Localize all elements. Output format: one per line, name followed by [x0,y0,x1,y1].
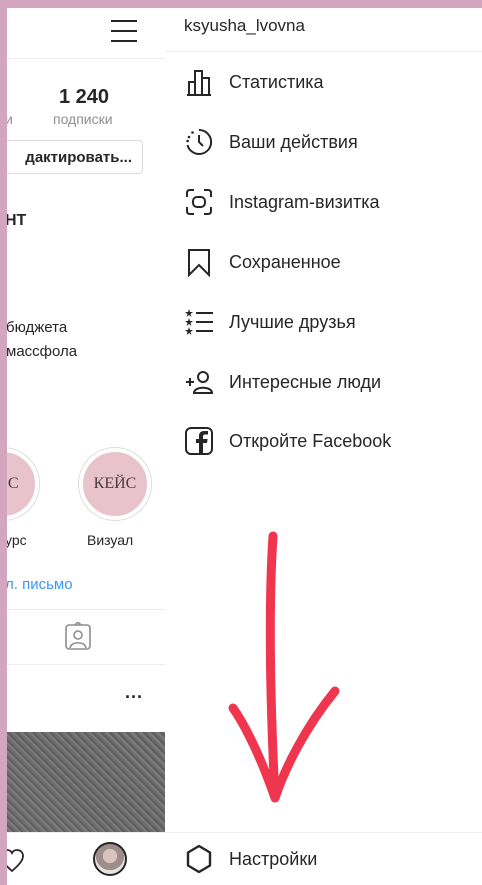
settings-icon [183,843,215,875]
profile-name: НТ [7,212,27,229]
divider [7,664,165,665]
menu-item-label: Статистика [229,71,324,92]
stats-icon [183,66,215,98]
menu-item-activity[interactable]: Ваши действия [165,120,482,164]
avatar[interactable] [93,842,127,876]
menu-item-label: Сохраненное [229,251,341,272]
highlight-cover-text: УРС [7,475,19,492]
username: ksyusha_lvovna [184,16,305,35]
side-menu: ksyusha_lvovna Статистика Ваши действия … [165,8,482,885]
divider [7,58,165,59]
tagged-icon[interactable] [63,622,93,652]
bio-line: массфола [7,343,78,360]
menu-item-settings[interactable]: Настройки [165,837,482,881]
followers-label: и [7,111,13,127]
menu-item-label: Instagram-визитка [229,191,380,212]
menu-item-label: Интересные люди [229,371,382,392]
following-count[interactable]: 1 240 [59,86,109,109]
highlight-label: урс [7,532,27,548]
divider [165,51,482,52]
heart-icon[interactable] [7,848,25,874]
discover-people-icon [183,366,215,398]
menu-item-label: Лучшие друзья [229,311,356,332]
more-icon[interactable]: ... [125,682,143,703]
profile-panel: и 1 240 подписки дактировать... НТ бюдже… [7,8,166,885]
arrow-annotation [228,531,340,803]
menu-item-discover-people[interactable]: Интересные люди [165,360,482,404]
divider [7,609,165,610]
divider [165,832,482,833]
menu-item-close-friends[interactable]: Лучшие друзья [165,300,482,344]
highlight-cover-text: КЕЙС [93,475,137,492]
nametag-icon [183,186,215,218]
post-photo[interactable] [7,732,165,832]
settings-label: Настройки [229,848,318,869]
divider [7,832,165,833]
menu-item-facebook[interactable]: Откройте Facebook [165,419,482,463]
edit-profile-button[interactable]: дактировать... [7,140,143,174]
menu-item-label: Откройте Facebook [229,430,392,451]
bookmark-icon [183,246,215,278]
following-label: подписки [53,111,113,127]
facebook-icon [183,425,215,457]
menu-item-label: Ваши действия [229,131,358,152]
highlight-cover[interactable]: КЕЙС [79,448,151,520]
menu-item-statistics[interactable]: Статистика [165,60,482,104]
highlight-cover[interactable]: УРС [7,448,39,520]
email-link[interactable]: л. письмо [7,576,73,593]
highlight-label: Визуал [87,532,134,548]
menu-item-nametag[interactable]: Instagram-визитка [165,180,482,224]
activity-icon [183,126,215,158]
bio-line: бюджета [7,319,68,336]
menu-icon[interactable] [111,20,137,42]
close-friends-icon [183,306,215,338]
menu-item-saved[interactable]: Сохраненное [165,240,482,284]
